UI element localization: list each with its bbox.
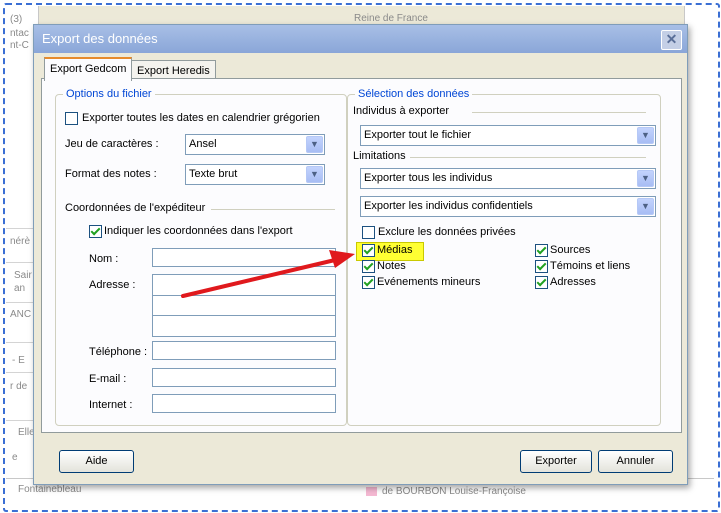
arrow-head-icon [329, 250, 355, 268]
tab-export-gedcom[interactable]: Export Gedcom [44, 57, 133, 81]
arrow-shaft [181, 258, 337, 298]
